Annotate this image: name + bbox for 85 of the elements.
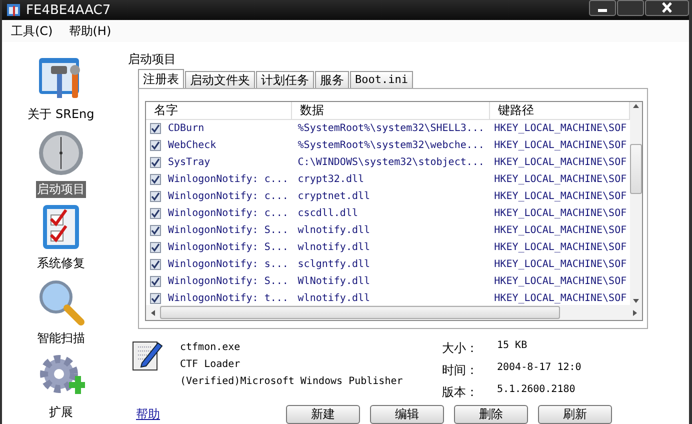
field-label: 版本： xyxy=(442,384,479,401)
field-label: 大小： xyxy=(442,340,479,357)
table-cell-text: HKEY_LOCAL_MACHINE\SOF xyxy=(493,225,628,236)
checkbox[interactable] xyxy=(150,225,161,236)
vertical-scrollbar[interactable] xyxy=(630,102,642,305)
table-cell-text: cryptnet.dll xyxy=(296,191,372,202)
checkbox[interactable] xyxy=(150,242,161,253)
close-button[interactable] xyxy=(645,0,689,16)
sidebar-item[interactable]: 系统修复 xyxy=(36,255,86,272)
checkbox[interactable] xyxy=(150,123,161,134)
sidebar-item[interactable]: 智能扫描 xyxy=(36,330,86,347)
table-cell-text: WinlogonNotify: S... xyxy=(167,276,288,287)
checkbox[interactable] xyxy=(150,208,161,219)
sidebar-item[interactable]: 关于 SREng xyxy=(26,106,96,123)
tab[interactable]: 服务 xyxy=(315,71,349,88)
table-cell-text: C:\WINDOWS\system32\stobject... xyxy=(296,157,486,168)
menu-item[interactable]: 帮助(H) xyxy=(68,22,112,40)
scroll-thumb[interactable] xyxy=(160,306,560,319)
table-cell-text: HKEY_LOCAL_MACHINE\SOF xyxy=(493,208,628,219)
sidebar-item[interactable]: 启动项目 xyxy=(36,180,86,198)
table-cell-text: %SystemRoot%\system32\SHELL3... xyxy=(296,123,486,134)
sidebar-item[interactable]: 扩展 xyxy=(48,404,74,422)
field-label: 时间： xyxy=(442,362,479,379)
column-header[interactable]: 数据 xyxy=(292,102,490,119)
scroll-up-icon[interactable] xyxy=(632,102,640,110)
table-cell-text: wlnotify.dll xyxy=(296,242,372,253)
checkbox[interactable] xyxy=(150,191,161,202)
table-cell-text: HKEY_LOCAL_MACHINE\SOF xyxy=(493,191,628,202)
section-title: 启动项目 xyxy=(128,51,177,67)
table-cell-text: HKEY_LOCAL_MACHINE\SOF xyxy=(493,293,628,304)
checkbox[interactable] xyxy=(150,140,161,151)
table-cell-text: WinlogonNotify: t... xyxy=(167,293,288,304)
document-pen-icon xyxy=(132,339,164,371)
menu-item[interactable]: 工具(C) xyxy=(10,22,54,40)
scroll-thumb[interactable] xyxy=(630,144,642,194)
table-cell-text: %SystemRoot%\system32\webche... xyxy=(296,140,486,151)
magnifier-icon xyxy=(37,278,85,326)
checkbox[interactable] xyxy=(150,293,161,304)
app-icon xyxy=(6,2,22,18)
checkbox[interactable] xyxy=(150,276,161,287)
table-cell-text: HKEY_LOCAL_MACHINE\SOF xyxy=(493,242,628,253)
field-value: 2004-8-17 12:0 xyxy=(497,362,582,375)
table-cell-text: WebCheck xyxy=(167,140,216,151)
table-cell-text: sclgntfy.dll xyxy=(296,259,372,270)
action-button[interactable]: 刷新 xyxy=(538,405,612,424)
table-cell-text: wlnotify.dll xyxy=(296,225,372,236)
table-cell-text: wlnotify.dll xyxy=(296,293,372,304)
minimize-button[interactable] xyxy=(589,0,616,16)
table-cell-text: WlNotify.dll xyxy=(296,276,372,287)
table-cell-text: WinlogonNotify: c... xyxy=(167,191,288,202)
tab[interactable]: 计划任务 xyxy=(256,71,314,88)
action-button[interactable]: 新建 xyxy=(286,405,360,424)
field-value: 15 KB xyxy=(497,340,528,353)
table-cell-text: cscdll.dll xyxy=(296,208,359,219)
checkbox[interactable] xyxy=(150,174,161,185)
table-cell-text: SysTray xyxy=(167,157,210,168)
window-title: FE4BE4AAC7 xyxy=(26,2,111,18)
table-cell-text: HKEY_LOCAL_MACHINE\SOF xyxy=(493,174,628,185)
clock-icon xyxy=(37,128,85,177)
tab[interactable]: Boot.ini xyxy=(350,71,413,88)
table-cell-text: HKEY_LOCAL_MACHINE\SOF xyxy=(493,276,628,287)
table-cell-text: HKEY_LOCAL_MACHINE\SOF xyxy=(493,123,628,134)
help-link[interactable]: 帮助 xyxy=(136,406,160,423)
field-value: 5.1.2600.2180 xyxy=(497,384,576,397)
column-header[interactable]: 名字 xyxy=(146,102,292,119)
file-description: CTF Loader xyxy=(180,359,242,370)
checkbox[interactable] xyxy=(150,157,161,168)
action-button[interactable]: 编辑 xyxy=(370,405,444,424)
table-cell-text: HKEY_LOCAL_MACHINE\SOF xyxy=(493,140,628,151)
horizontal-scrollbar[interactable] xyxy=(146,305,642,320)
table-cell-text: HKEY_LOCAL_MACHINE\SOF xyxy=(493,157,628,168)
table-cell-text: WinlogonNotify: s... xyxy=(167,259,288,270)
table-cell-text: WinlogonNotify: S... xyxy=(167,242,288,253)
table-cell-text: WinlogonNotify: c... xyxy=(167,208,288,219)
table-cell-text: HKEY_LOCAL_MACHINE\SOF xyxy=(493,259,628,270)
tab[interactable]: 启动文件夹 xyxy=(185,71,255,88)
file-name: ctfmon.exe xyxy=(180,342,242,353)
table-cell-text: WinlogonNotify: c... xyxy=(167,174,288,185)
file-publisher: (Verified)Microsoft Windows Publisher xyxy=(180,376,404,387)
table-cell-text: CDBurn xyxy=(167,123,204,134)
action-button[interactable]: 删除 xyxy=(454,405,528,424)
tab[interactable]: 注册表 xyxy=(138,69,184,88)
table-cell-text: crypt32.dll xyxy=(296,174,366,185)
table-cell-text: WinlogonNotify: S... xyxy=(167,225,288,236)
checkbox[interactable] xyxy=(150,259,161,270)
